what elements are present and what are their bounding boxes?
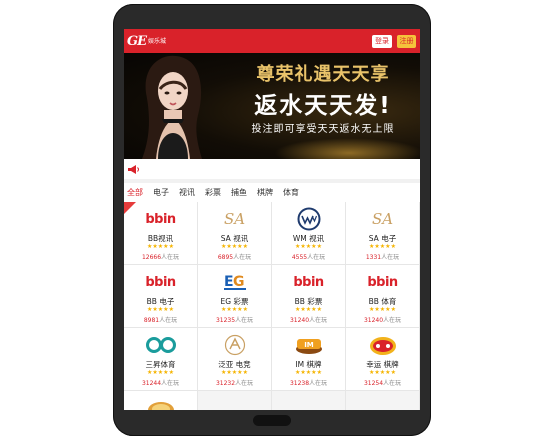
rating-stars: ★★★★★ xyxy=(221,369,248,376)
rating-stars: ★★★★★ xyxy=(147,306,174,313)
announcement-bar[interactable] xyxy=(124,159,420,179)
banner-caption: 投注即可享受天天返水无上限 xyxy=(251,124,395,135)
game-card[interactable]: IM IM 棋牌 ★★★★★ 31238人在玩 xyxy=(272,328,345,390)
game-card[interactable] xyxy=(124,391,197,410)
online-count: 31240人在玩 xyxy=(289,317,328,324)
online-count: 31238人在玩 xyxy=(289,380,328,387)
logo-mark: GE xyxy=(127,33,147,49)
rating-stars: ★★★★★ xyxy=(369,306,396,313)
game-card[interactable]: bbin BB 彩票 ★★★★★ 31240人在玩 xyxy=(272,265,345,327)
rating-stars: ★★★★★ xyxy=(369,369,396,376)
top-header: GE 娱乐城 登录 注册 xyxy=(124,29,420,53)
rating-stars: ★★★★★ xyxy=(221,306,248,313)
game-card[interactable]: SA SA 电子 ★★★★★ 1331人在玩 xyxy=(346,202,419,264)
online-count: 31240人在玩 xyxy=(363,317,402,324)
online-count: 6895人在玩 xyxy=(217,254,252,261)
bbin-logo-icon: bbin xyxy=(145,274,176,290)
online-count: 8981人在玩 xyxy=(143,317,178,324)
game-card[interactable]: E G EG 彩票 ★★★★★ 31235人在玩 xyxy=(198,265,271,327)
category-tabs: 全部 电子 视讯 彩票 捕鱼 棋牌 体育 xyxy=(124,183,420,201)
brand-logo[interactable]: GE 娱乐城 xyxy=(127,33,166,49)
svg-text:IM: IM xyxy=(304,341,314,349)
wm-logo-icon xyxy=(272,207,345,231)
tab-slots[interactable]: 电子 xyxy=(153,187,169,198)
game-card[interactable]: 三昇体育 ★★★★★ 31244人在玩 xyxy=(124,328,197,390)
rating-stars: ★★★★★ xyxy=(295,306,322,313)
fanya-logo-icon xyxy=(198,333,271,357)
online-count: 4555人在玩 xyxy=(291,254,326,261)
sansheng-logo-icon xyxy=(124,333,197,357)
home-button[interactable] xyxy=(253,415,291,426)
app-screen: GE 娱乐城 登录 注册 尊荣礼遇天天享 返水天天发! 投注即可享受天天返水无上… xyxy=(124,29,420,410)
empty-card xyxy=(272,391,345,410)
tab-chess[interactable]: 棋牌 xyxy=(257,187,273,198)
rating-stars: ★★★★★ xyxy=(295,369,322,376)
bbin-logo-icon: bbin xyxy=(145,211,176,227)
game-grid: bbin BB视讯 ★★★★★ 12666人在玩 SA SA 视讯 ★★★★★ … xyxy=(124,202,420,410)
register-button[interactable]: 注册 xyxy=(397,35,416,48)
empty-card xyxy=(198,391,271,410)
game-logo-icon xyxy=(124,396,197,410)
sa-logo-icon: SA xyxy=(223,210,246,228)
game-card[interactable]: WM 视讯 ★★★★★ 4555人在玩 xyxy=(272,202,345,264)
promo-banner[interactable]: 尊荣礼遇天天享 返水天天发! 投注即可享受天天返水无上限 xyxy=(124,53,420,159)
game-card[interactable]: bbin BB 电子 ★★★★★ 8981人在玩 xyxy=(124,265,197,327)
game-card[interactable]: 幸运 棋牌 ★★★★★ 31254人在玩 xyxy=(346,328,419,390)
online-count: 1331人在玩 xyxy=(365,254,400,261)
banner-glow xyxy=(274,138,420,159)
lucky-chess-logo-icon xyxy=(346,333,419,357)
rating-stars: ★★★★★ xyxy=(147,369,174,376)
rating-stars: ★★★★★ xyxy=(369,243,396,250)
online-count: 12666人在玩 xyxy=(141,254,180,261)
bbin-logo-icon: bbin xyxy=(293,274,324,290)
login-button[interactable]: 登录 xyxy=(372,35,392,48)
banner-subheadline: 返水天天发! xyxy=(254,93,392,119)
im-chess-logo-icon: IM xyxy=(272,333,345,357)
online-count: 31244人在玩 xyxy=(141,380,180,387)
tab-sports[interactable]: 体育 xyxy=(283,187,299,198)
logo-subtitle: 娱乐城 xyxy=(148,37,167,45)
eg-logo-icon: E G xyxy=(198,270,271,294)
online-count: 31254人在玩 xyxy=(363,380,402,387)
game-card[interactable]: bbin BB视讯 ★★★★★ 12666人在玩 xyxy=(124,202,197,264)
game-card[interactable]: SA SA 视讯 ★★★★★ 6895人在玩 xyxy=(198,202,271,264)
banner-headline: 尊荣礼遇天天享 xyxy=(256,64,390,85)
tablet-frame: GE 娱乐城 登录 注册 尊荣礼遇天天享 返水天天发! 投注即可享受天天返水无上… xyxy=(113,4,431,436)
rating-stars: ★★★★★ xyxy=(295,243,322,250)
tab-lottery[interactable]: 彩票 xyxy=(205,187,221,198)
online-count: 31232人在玩 xyxy=(215,380,254,387)
megaphone-icon xyxy=(128,165,139,174)
banner-model-image xyxy=(142,55,202,159)
svg-text:G: G xyxy=(233,274,245,290)
bbin-logo-icon: bbin xyxy=(367,274,398,290)
empty-card xyxy=(346,391,419,410)
game-card[interactable]: 泛亚 电竞 ★★★★★ 31232人在玩 xyxy=(198,328,271,390)
game-card[interactable]: bbin BB 体育 ★★★★★ 31240人在玩 xyxy=(346,265,419,327)
rating-stars: ★★★★★ xyxy=(147,243,174,250)
rating-stars: ★★★★★ xyxy=(221,243,248,250)
tab-fishing[interactable]: 捕鱼 xyxy=(231,187,247,198)
sa-logo-icon: SA xyxy=(371,210,394,228)
tab-all[interactable]: 全部 xyxy=(127,187,143,198)
online-count: 31235人在玩 xyxy=(215,317,254,324)
tab-live[interactable]: 视讯 xyxy=(179,187,195,198)
